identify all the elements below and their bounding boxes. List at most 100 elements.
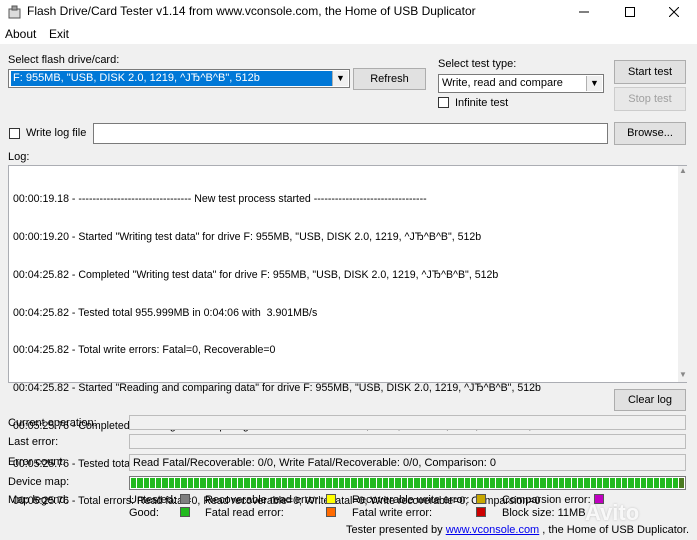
device-map-cell: [168, 478, 175, 488]
device-map-cell: [219, 478, 225, 488]
device-map-cell: [433, 478, 439, 488]
log-textarea[interactable]: 00:00:19.18 - --------------------------…: [8, 165, 688, 507]
device-map-cell: [552, 478, 559, 488]
device-map-cells: [131, 478, 685, 488]
device-map-cell: [571, 478, 578, 488]
device-map-cell: [187, 478, 193, 488]
log-scrollbar[interactable]: ▲ ▼: [678, 166, 688, 382]
legend-recoverable-write-label: Recoverable write error:: [352, 494, 470, 506]
drive-select-label: Select flash drive/card:: [8, 54, 120, 66]
scroll-up-icon[interactable]: ▲: [678, 166, 688, 178]
device-map-cell: [395, 478, 401, 488]
menu-exit[interactable]: Exit: [49, 27, 69, 41]
device-map-cell: [206, 478, 212, 488]
device-map-cell: [376, 478, 382, 488]
minimize-button[interactable]: [561, 0, 607, 24]
device-map-cell: [307, 478, 313, 488]
browse-button[interactable]: Browse...: [614, 122, 686, 145]
device-map-cell: [175, 478, 181, 488]
window-title: Flash Drive/Card Tester v1.14 from www.v…: [27, 4, 476, 18]
device-map-cell: [143, 478, 149, 488]
block-size-label: Block size: 11MB: [502, 507, 586, 519]
infinite-test-label: Infinite test: [455, 97, 509, 109]
device-map-cell: [521, 478, 527, 488]
chevron-down-icon[interactable]: ▼: [586, 76, 602, 91]
device-map-cell: [527, 478, 533, 488]
device-map-cell: [439, 478, 445, 488]
device-map-cell: [540, 478, 546, 488]
vconsole-link[interactable]: www.vconsole.com: [446, 524, 540, 536]
log-file-path-input[interactable]: [93, 123, 608, 144]
device-map-cell: [458, 478, 464, 488]
device-map-cell: [363, 478, 370, 488]
device-map-cell: [282, 478, 288, 488]
infinite-test-checkbox[interactable]: [438, 97, 449, 108]
log-line: 00:04:25.82 - Completed "Writing test da…: [13, 268, 499, 281]
close-icon: [668, 6, 680, 18]
chevron-down-icon[interactable]: ▼: [332, 71, 348, 86]
legend-fatal-read-label: Fatal read error:: [205, 507, 284, 519]
scroll-down-icon[interactable]: ▼: [678, 370, 688, 382]
device-map-cell: [622, 478, 628, 488]
menu-about[interactable]: About: [5, 27, 36, 41]
device-map-cell: [351, 478, 357, 488]
write-log-checkbox[interactable]: [9, 128, 20, 139]
device-map-cell: [269, 478, 275, 488]
device-map-cell: [666, 478, 672, 488]
device-map-cell: [162, 478, 168, 488]
legend-untested-label: Untested:: [129, 494, 177, 506]
device-map-cell: [477, 478, 483, 488]
device-map-cell: [332, 478, 338, 488]
test-type-value: Write, read and compare: [442, 77, 563, 89]
clear-log-button[interactable]: Clear log: [614, 389, 686, 411]
device-map-cell: [294, 478, 301, 488]
device-map-cell: [596, 478, 603, 488]
device-map-cell: [565, 478, 571, 488]
current-operation-label: Current operation:: [8, 417, 97, 429]
test-type-label: Select test type:: [438, 58, 517, 70]
device-map-cell: [515, 478, 521, 488]
maximize-button[interactable]: [607, 0, 653, 24]
close-button[interactable]: [651, 0, 697, 24]
device-map-cell: [628, 478, 634, 488]
device-map-cell: [225, 478, 231, 488]
start-test-button[interactable]: Start test: [614, 60, 686, 84]
legend-fatal-write-swatch: [476, 507, 486, 517]
legend-fatal-write-label: Fatal write error:: [352, 507, 433, 519]
device-map-cell: [634, 478, 641, 488]
refresh-button[interactable]: Refresh: [353, 68, 426, 90]
device-map-cell: [508, 478, 515, 488]
drive-select-value: F: 955MB, "USB, DISK 2.0, 1219, ^ЈЂ^B^B"…: [11, 71, 333, 86]
map-legend-label: Map legend:: [8, 494, 69, 506]
stop-test-button[interactable]: Stop test: [614, 87, 686, 111]
device-map-cell: [678, 478, 685, 488]
device-map-cell: [426, 478, 433, 488]
legend-comparsion-label: Comparsion error:: [502, 494, 591, 506]
drive-select[interactable]: F: 955MB, "USB, DISK 2.0, 1219, ^ЈЂ^B^B"…: [8, 69, 350, 88]
device-map-cell: [464, 478, 471, 488]
device-map-cell: [590, 478, 596, 488]
legend-recoverable-write-swatch: [476, 494, 486, 504]
minimize-icon: [579, 11, 589, 13]
legend-fatal-read-swatch: [326, 507, 336, 517]
device-map-cell: [647, 478, 653, 488]
device-map-cell: [489, 478, 496, 488]
device-map-cell: [288, 478, 294, 488]
avito-watermark: Avito: [585, 500, 640, 525]
device-map-cell: [445, 478, 452, 488]
device-map-cell: [200, 478, 206, 488]
device-map-cell: [584, 478, 590, 488]
log-line: 00:00:19.18 - --------------------------…: [13, 193, 427, 206]
device-map-cell: [131, 478, 137, 488]
log-line: 00:00:19.20 - Started "Writing test data…: [13, 230, 482, 243]
device-map-cell: [420, 478, 426, 488]
device-map-cell: [256, 478, 263, 488]
device-map-label: Device map:: [8, 476, 70, 488]
device-map-cell: [137, 478, 143, 488]
log-label: Log:: [8, 151, 30, 163]
device-map-cell: [275, 478, 282, 488]
device-map-cell: [212, 478, 219, 488]
last-error-field: [129, 434, 686, 449]
test-type-select[interactable]: Write, read and compare ▼: [438, 74, 604, 93]
log-line: 00:04:25.82 - Tested total 955.999MB in …: [13, 306, 318, 319]
